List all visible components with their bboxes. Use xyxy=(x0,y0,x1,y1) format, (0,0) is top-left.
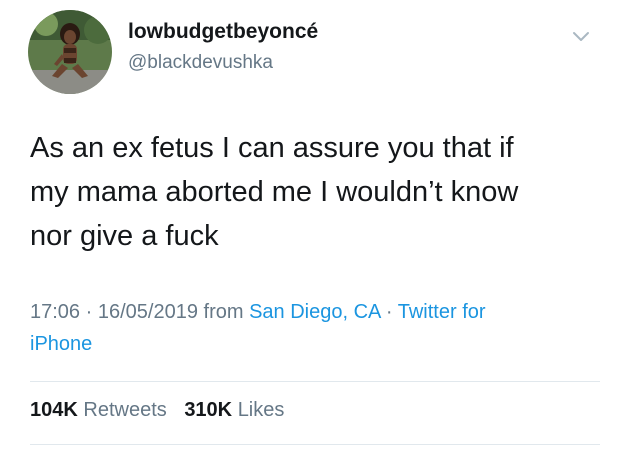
avatar[interactable] xyxy=(28,10,112,94)
avatar-image xyxy=(28,10,112,94)
display-name[interactable]: lowbudgetbeyoncé xyxy=(128,20,318,44)
retweets-label: Retweets xyxy=(83,399,167,421)
tweet-card: lowbudgetbeyoncé @blackdevushka As an ex… xyxy=(0,0,620,452)
chevron-down-icon[interactable] xyxy=(572,30,590,44)
tweet-stats: 104K Retweets 310K Likes xyxy=(30,399,296,422)
source-label: Twitter for xyxy=(397,301,486,323)
from-label: from xyxy=(203,301,244,323)
tweet-text-line: nor give a fuck xyxy=(30,220,219,252)
retweets-stat[interactable]: 104K Retweets xyxy=(30,399,172,421)
tweet-metadata: 17:06 · 16/05/2019 from San Diego, CA · … xyxy=(30,296,590,360)
tweet-text-line: As an ex fetus I can assure you that if xyxy=(30,132,514,164)
tweet-time[interactable]: 17:06 xyxy=(30,301,80,323)
separator: · xyxy=(85,301,93,323)
tweet-text-line: my mama aborted me I wouldn’t know xyxy=(30,176,519,208)
source-label: iPhone xyxy=(30,333,93,355)
likes-count: 310K xyxy=(184,399,233,421)
user-handle[interactable]: @blackdevushka xyxy=(128,52,273,74)
divider xyxy=(30,444,600,445)
retweets-count: 104K xyxy=(30,399,78,421)
likes-stat[interactable]: 310K Likes xyxy=(184,399,284,421)
separator: · xyxy=(385,301,393,323)
divider xyxy=(30,381,600,382)
tweet-text: As an ex fetus I can assure you that if … xyxy=(30,126,590,258)
tweet-date[interactable]: 16/05/2019 xyxy=(98,301,198,323)
location-link[interactable]: San Diego, CA xyxy=(249,301,380,323)
likes-label: Likes xyxy=(237,399,285,421)
